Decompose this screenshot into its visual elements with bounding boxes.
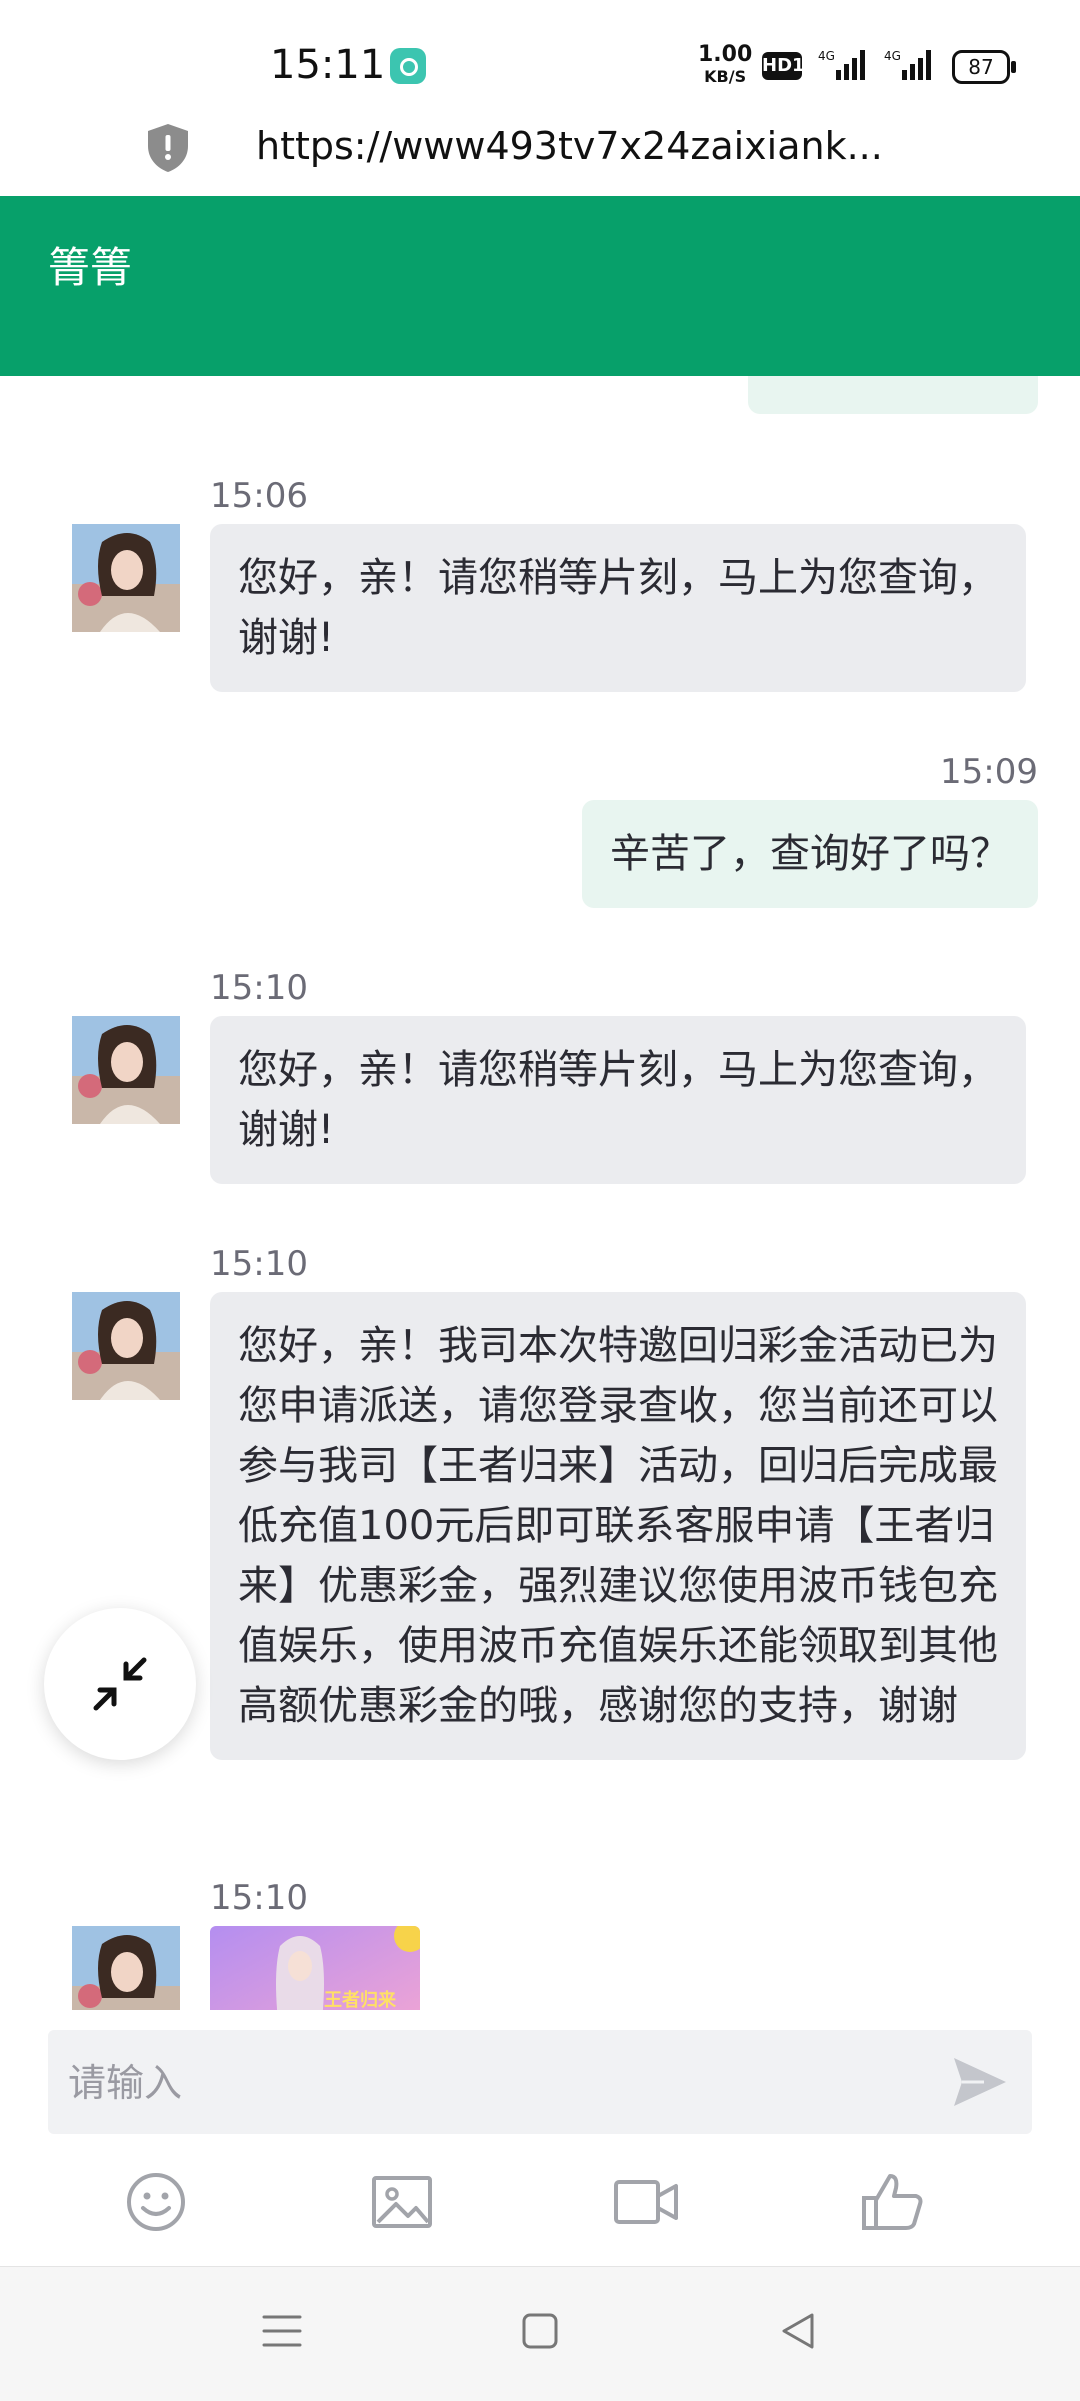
thumbs-up-icon: [862, 2174, 923, 2230]
message-text: 辛苦了，查询好了吗？: [610, 831, 1010, 877]
signal-icon-2: 4G: [880, 48, 936, 86]
status-time: 15:11: [270, 42, 386, 88]
image-icon: [372, 2176, 432, 2228]
video-button[interactable]: [614, 2170, 678, 2234]
message-toolbar: [0, 2134, 1080, 2266]
back-button[interactable]: [778, 2311, 818, 2355]
shield-icon[interactable]: [146, 122, 190, 178]
battery-indicator: 87: [952, 50, 1016, 84]
like-button[interactable]: [860, 2170, 924, 2234]
minimize-button[interactable]: [44, 1608, 196, 1760]
home-button[interactable]: [520, 2311, 560, 2355]
message-timestamp: 15:06: [210, 476, 308, 516]
avatar[interactable]: [72, 1926, 180, 2010]
minimize-icon: [93, 1657, 147, 1711]
network-speed: 1.00 KB/S: [698, 44, 752, 88]
avatar[interactable]: [72, 1016, 180, 1124]
system-navigation-bar: [0, 2266, 1080, 2401]
previous-outgoing-bubble: [748, 376, 1038, 414]
message-timestamp: 15:10: [210, 1878, 308, 1918]
message-input-row: [48, 2030, 1032, 2136]
video-icon: [614, 2180, 678, 2224]
message-timestamp: 15:10: [210, 1244, 308, 1284]
outgoing-message-bubble: 辛苦了，查询好了吗？: [582, 800, 1038, 908]
chat-area[interactable]: 15:06 您好，亲！请您稍等片刻，马上为您查询，谢谢! 15:09 辛苦了，查…: [0, 376, 1080, 2010]
network-speed-value: 1.00: [698, 42, 753, 67]
hd-badge: HD1: [762, 52, 805, 80]
chat-title: 箐箐: [48, 243, 133, 292]
incoming-message-bubble: 您好，亲！我司本次特邀回归彩金活动已为您申请派送，请您登录查收，您当前还可以参与…: [210, 1292, 1026, 1760]
url-text[interactable]: https://www493tv7x24zaixiank...: [256, 124, 883, 168]
incoming-message-bubble: 您好，亲！请您稍等片刻，马上为您查询，谢谢!: [210, 1016, 1026, 1184]
network-speed-unit: KB/S: [704, 67, 747, 86]
send-button[interactable]: [950, 2052, 1010, 2112]
signal1-label: 4G: [818, 49, 835, 63]
home-icon: [522, 2313, 558, 2349]
image-message[interactable]: 王者归来: [210, 1926, 420, 2010]
message-text: 您好，亲！请您稍等片刻，马上为您查询，谢谢!: [238, 555, 998, 661]
recent-apps-button[interactable]: [262, 2311, 302, 2355]
back-icon: [782, 2313, 814, 2349]
avatar[interactable]: [72, 524, 180, 632]
message-text: 您好，亲！请您稍等片刻，马上为您查询，谢谢!: [238, 1047, 998, 1153]
url-bar[interactable]: https://www493tv7x24zaixiank...: [0, 110, 1080, 196]
emoji-button[interactable]: [124, 2170, 188, 2234]
signal2-label: 4G: [884, 49, 901, 63]
message-input[interactable]: [66, 2030, 950, 2136]
send-icon: [954, 2058, 1006, 2106]
menu-icon: [262, 2315, 302, 2347]
emoji-icon: [127, 2173, 185, 2231]
app-notification-icon: [390, 48, 426, 84]
image-button[interactable]: [370, 2170, 434, 2234]
avatar[interactable]: [72, 1292, 180, 1400]
chat-header: 箐箐: [0, 196, 1080, 376]
message-text: 您好，亲！我司本次特邀回归彩金活动已为您申请派送，请您登录查收，您当前还可以参与…: [238, 1323, 998, 1729]
image-caption: 王者归来: [324, 1989, 397, 2010]
message-timestamp: 15:10: [210, 968, 308, 1008]
message-timestamp: 15:09: [940, 752, 1038, 792]
incoming-message-bubble: 您好，亲！请您稍等片刻，马上为您查询，谢谢!: [210, 524, 1026, 692]
signal-icon: 4G: [818, 48, 868, 86]
